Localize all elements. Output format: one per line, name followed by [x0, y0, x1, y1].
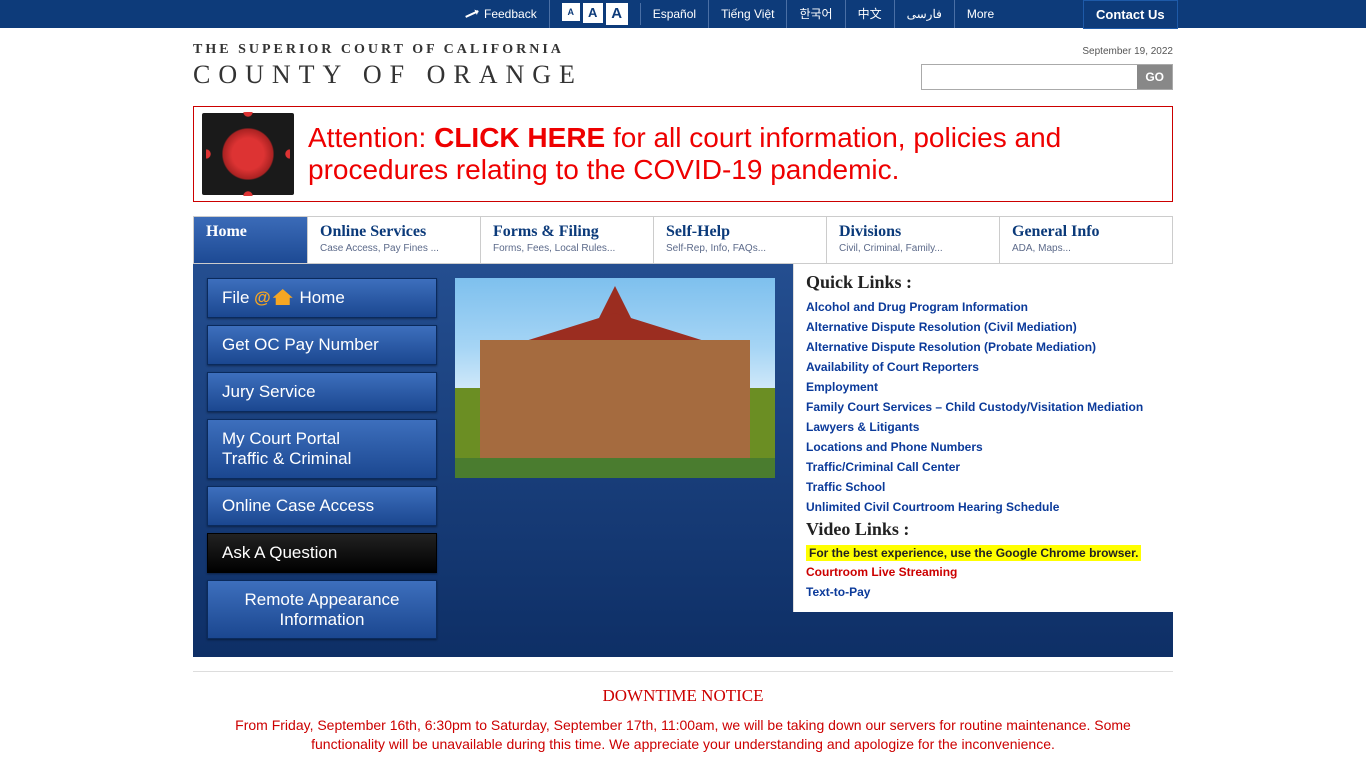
nav-forms-filing[interactable]: Forms & Filing Forms, Fees, Local Rules.… [481, 216, 654, 264]
quick-link[interactable]: Alternative Dispute Resolution (Probate … [806, 337, 1161, 357]
quick-link[interactable]: Availability of Court Reporters [806, 357, 1161, 377]
font-large-button[interactable]: A [606, 3, 628, 25]
covid-text: Attention: CLICK HERE for all court info… [308, 122, 1164, 186]
quick-link[interactable]: Employment [806, 377, 1161, 397]
quick-link[interactable]: Family Court Services – Child Custody/Vi… [806, 397, 1161, 417]
quick-link[interactable]: Alcohol and Drug Program Information [806, 297, 1161, 317]
search-box: GO [921, 64, 1173, 90]
nav-self-help[interactable]: Self-Help Self-Rep, Info, FAQs... [654, 216, 827, 264]
nav-online-services[interactable]: Online Services Case Access, Pay Fines .… [308, 216, 481, 264]
quick-link[interactable]: Locations and Phone Numbers [806, 437, 1161, 457]
font-medium-button[interactable]: A [583, 3, 603, 23]
file-at-home-button[interactable]: File @ Home [207, 278, 437, 318]
lang-farsi[interactable]: فارسی [895, 0, 955, 28]
downtime-notice: DOWNTIME NOTICE From Friday, September 1… [193, 671, 1173, 774]
court-portal-button[interactable]: My Court PortalTraffic & Criminal [207, 419, 437, 479]
quick-links-header: Quick Links : [806, 272, 1161, 293]
video-links-header: Video Links : [806, 519, 1161, 540]
quick-link[interactable]: Lawyers & Litigants [806, 417, 1161, 437]
live-streaming-link[interactable]: Courtroom Live Streaming [806, 562, 1161, 582]
remote-appearance-button[interactable]: Remote AppearanceInformation [207, 580, 437, 639]
covid-banner[interactable]: Attention: CLICK HERE for all court info… [193, 106, 1173, 202]
font-size-controls: A A A [550, 3, 641, 25]
logo-line-1: THE SUPERIOR COURT OF CALIFORNIA [193, 42, 1173, 58]
quick-action-sidebar: File @ Home Get OC Pay Number Jury Servi… [207, 278, 437, 639]
main-nav: Home Online Services Case Access, Pay Fi… [193, 216, 1173, 264]
links-panel: Quick Links : Alcohol and Drug Program I… [793, 264, 1173, 612]
quick-link[interactable]: Traffic/Criminal Call Center [806, 457, 1161, 477]
nav-divisions[interactable]: Divisions Civil, Criminal, Family... [827, 216, 1000, 264]
quick-link[interactable]: Unlimited Civil Courtroom Hearing Schedu… [806, 497, 1161, 517]
covid-virus-icon [202, 113, 294, 195]
quick-link[interactable]: Alternative Dispute Resolution (Civil Me… [806, 317, 1161, 337]
nav-home[interactable]: Home [193, 216, 308, 264]
lang-korean[interactable]: 한국어 [787, 0, 845, 28]
jury-service-button[interactable]: Jury Service [207, 372, 437, 412]
nav-general-info[interactable]: General Info ADA, Maps... [1000, 216, 1173, 264]
oc-pay-number-button[interactable]: Get OC Pay Number [207, 325, 437, 365]
case-access-button[interactable]: Online Case Access [207, 486, 437, 526]
lang-tiengviet[interactable]: Tiếng Việt [709, 0, 787, 28]
font-small-button[interactable]: A [562, 3, 580, 21]
main-content: File @ Home Get OC Pay Number Jury Servi… [193, 264, 1173, 657]
topbar: Feedback A A A Español Tiếng Việt 한국어 中文… [0, 0, 1366, 28]
contact-us-button[interactable]: Contact Us [1083, 0, 1178, 29]
search-input[interactable] [922, 65, 1137, 89]
quick-link[interactable]: Traffic School [806, 477, 1161, 497]
feedback-link[interactable]: Feedback [453, 0, 550, 28]
search-go-button[interactable]: GO [1137, 65, 1172, 89]
courthouse-photo [455, 278, 775, 478]
lang-espanol[interactable]: Español [641, 0, 709, 28]
lang-chinese[interactable]: 中文 [846, 0, 895, 28]
pencil-icon [465, 10, 479, 18]
header: THE SUPERIOR COURT OF CALIFORNIA COUNTY … [193, 28, 1173, 100]
notice-title: DOWNTIME NOTICE [223, 686, 1143, 706]
notice-body: From Friday, September 16th, 6:30pm to S… [223, 716, 1143, 754]
home-icon [273, 289, 293, 305]
ask-question-button[interactable]: Ask A Question [207, 533, 437, 573]
chrome-notice: For the best experience, use the Google … [806, 545, 1141, 561]
lang-more[interactable]: More [955, 0, 1006, 28]
text-to-pay-link[interactable]: Text-to-Pay [806, 582, 1161, 602]
current-date: September 19, 2022 [1082, 46, 1173, 57]
